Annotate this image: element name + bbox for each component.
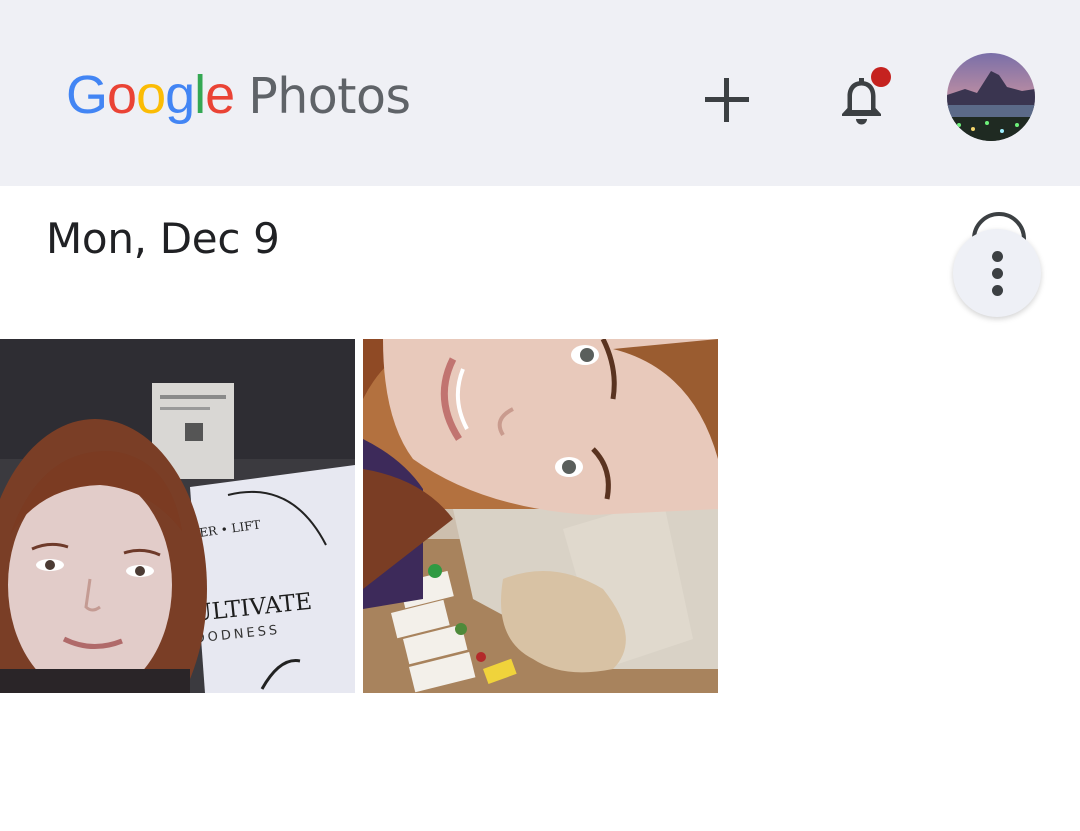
top-app-bar: Google Photos [0, 0, 1080, 186]
more-vert-icon-dot [991, 267, 1003, 279]
photos-wordmark: Photos [248, 68, 411, 125]
plus-icon [705, 78, 749, 122]
logo-letter: o [136, 65, 166, 125]
selfie-with-sign-image: ER • LIFT CULTIVATE GOODNESS [0, 339, 355, 693]
sideways-selfie-image [363, 339, 718, 693]
google-photos-logo: Google Photos [66, 64, 411, 134]
account-avatar[interactable] [947, 53, 1035, 141]
more-vert-icon-dot [991, 284, 1003, 296]
more-options-button[interactable] [953, 229, 1041, 317]
profile-avatar-image [947, 53, 1035, 141]
photo-thumbnail[interactable]: ER • LIFT CULTIVATE GOODNESS [0, 339, 355, 693]
photo-thumbnail[interactable] [363, 339, 718, 693]
logo-letter: l [194, 65, 206, 125]
google-photos-app: Google Photos Mon, Dec 9 ER • LIFT CULTI… [0, 0, 1080, 831]
add-button[interactable] [701, 74, 753, 126]
logo-letter: e [205, 65, 235, 125]
logo-letter: o [107, 65, 137, 125]
google-wordmark: Google [66, 64, 235, 126]
bell-icon [842, 67, 891, 125]
logo-letter: g [165, 65, 195, 125]
notifications-button[interactable] [830, 66, 894, 130]
more-vert-icon-dot [991, 250, 1003, 262]
date-group-title: Mon, Dec 9 [46, 214, 280, 263]
logo-letter: G [66, 65, 108, 125]
